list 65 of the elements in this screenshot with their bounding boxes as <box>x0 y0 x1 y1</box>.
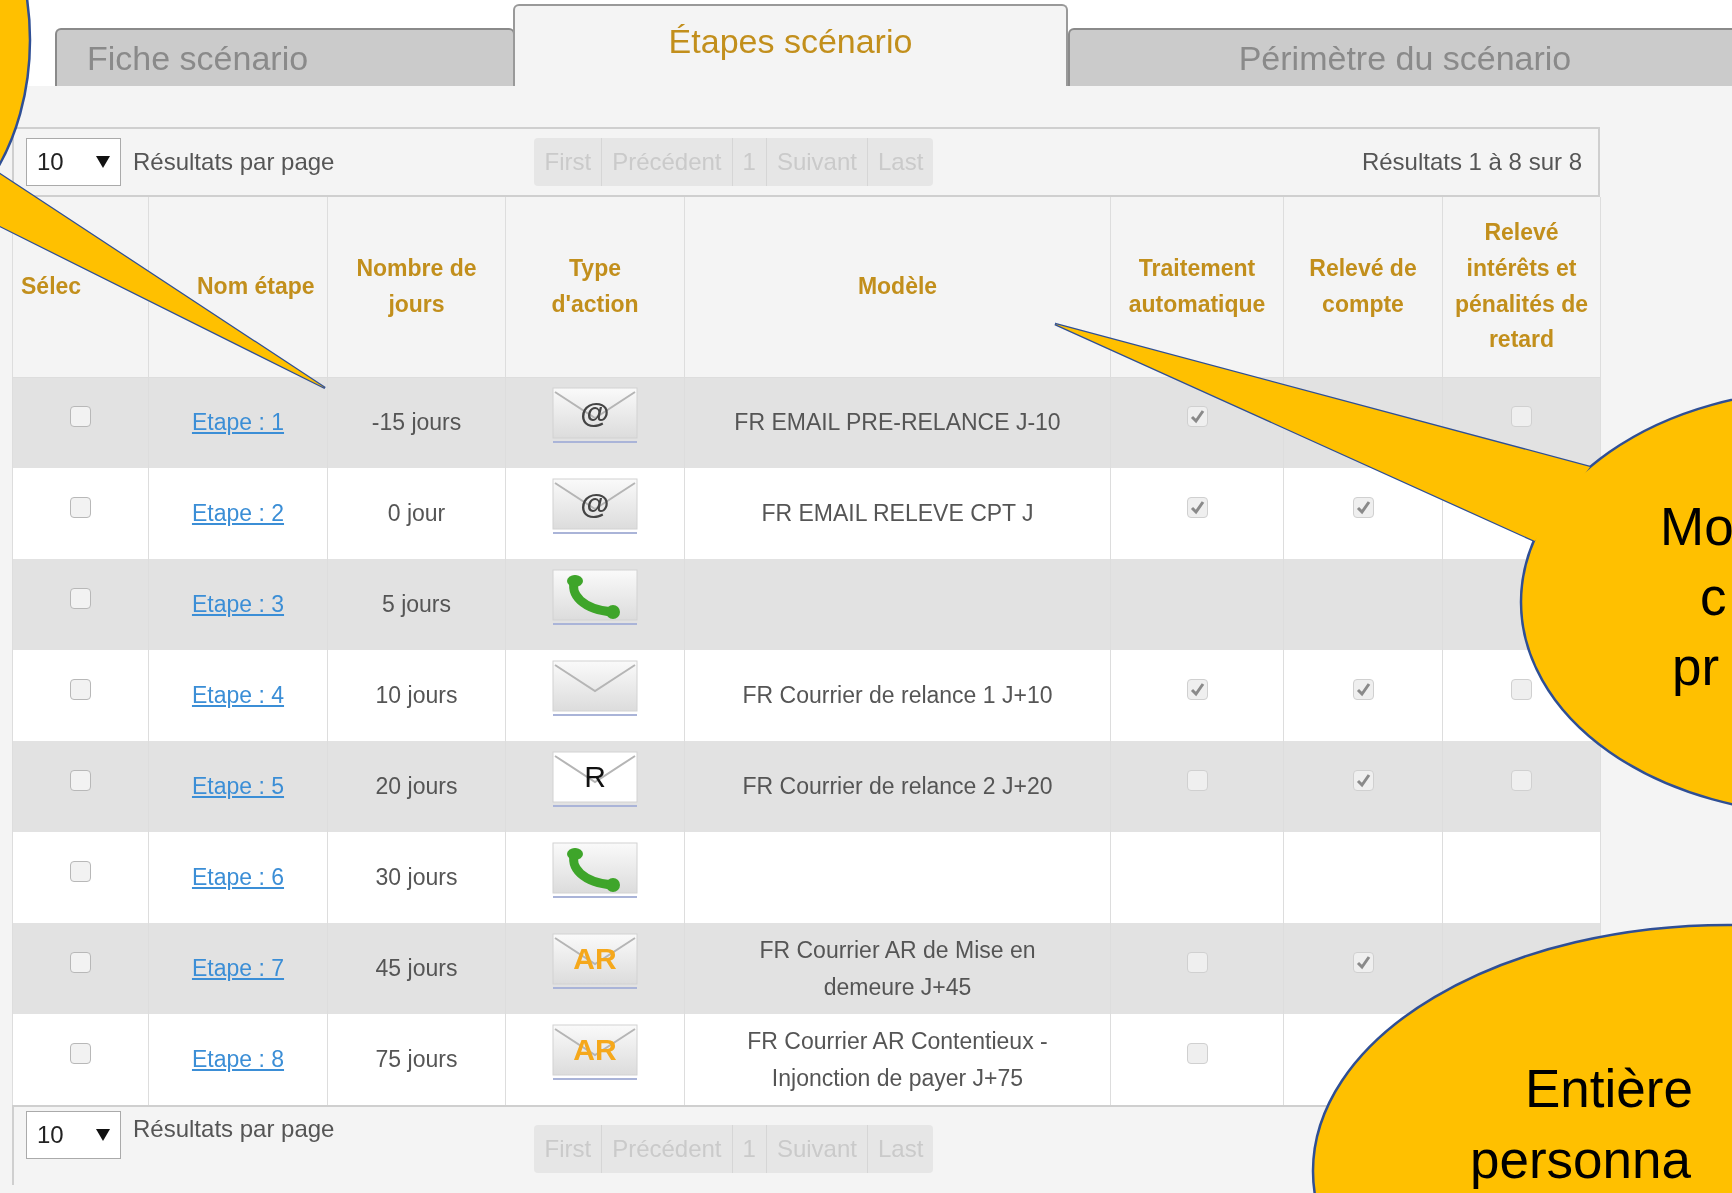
checkbox[interactable] <box>1352 769 1374 791</box>
checkbox[interactable] <box>1186 405 1208 427</box>
checkbox[interactable] <box>70 951 91 973</box>
checkbox[interactable] <box>1186 678 1208 700</box>
column-header: Traitement automatique <box>1110 197 1284 377</box>
callout-text: Entière <box>1525 1062 1693 1115</box>
checkbox[interactable] <box>70 587 91 609</box>
envelope-icon <box>551 658 639 717</box>
column-header: Modèle <box>684 197 1111 377</box>
table-cell: FR Courrier de relance 1 J+10 <box>684 650 1111 741</box>
checkbox[interactable] <box>1186 1042 1208 1064</box>
table-cell: FR Courrier AR Contentieux - Injonction de payer J+75 <box>684 1014 1111 1105</box>
step-link[interactable]: Etape : 4 <box>191 682 285 709</box>
checkbox[interactable] <box>70 1042 91 1064</box>
tab[interactable]: Fiche scénario <box>55 28 515 86</box>
table-cell: 75 jours <box>327 1014 506 1105</box>
table-cell: FR Courrier de relance 2 J+20 <box>684 741 1111 832</box>
step-link[interactable]: Etape : 7 <box>191 955 285 982</box>
column-header: Nombre de jours <box>327 197 506 377</box>
page-size-select[interactable]: 10 <box>26 138 121 186</box>
table-cell: 10 jours <box>327 650 506 741</box>
checkbox[interactable] <box>1186 951 1208 973</box>
page-size-select[interactable]: 10 <box>26 1111 121 1159</box>
table-cell: -15 jours <box>327 377 506 468</box>
tab[interactable]: Étapes scénario <box>513 4 1068 86</box>
results-count: Résultats 1 à 8 sur 8 <box>1361 147 1582 177</box>
phone-icon <box>551 567 639 626</box>
page-size-label: Résultats par page <box>133 1114 335 1144</box>
checkbox[interactable] <box>1352 951 1374 973</box>
caret-icon <box>96 1129 110 1141</box>
checkbox[interactable] <box>70 496 91 518</box>
table-cell: 20 jours <box>327 741 506 832</box>
caret-icon <box>96 156 110 168</box>
checkbox[interactable] <box>1352 678 1374 700</box>
checkbox[interactable] <box>70 860 91 882</box>
checkbox[interactable] <box>1511 405 1532 427</box>
checkbox[interactable] <box>70 769 91 791</box>
checkbox[interactable] <box>1186 496 1208 518</box>
column-header: Type d'action <box>505 197 685 377</box>
table-cell: FR Courrier AR de Mise en demeure J+45 <box>684 923 1111 1014</box>
checkbox[interactable] <box>1511 678 1532 700</box>
page-size-label: Résultats par page <box>133 147 335 177</box>
step-link[interactable]: Etape : 1 <box>191 409 285 436</box>
checkbox[interactable] <box>70 678 91 700</box>
step-link[interactable]: Etape : 5 <box>191 773 285 800</box>
column-header: Relevé de compte <box>1283 197 1443 377</box>
callout-text: Mo <box>1660 500 1732 553</box>
table-cell: 0 jour <box>327 468 506 559</box>
table-cell: FR EMAIL RELEVE CPT J <box>684 468 1111 559</box>
table-cell: 30 jours <box>327 832 506 923</box>
checkbox[interactable] <box>70 405 91 427</box>
step-link[interactable]: Etape : 6 <box>191 864 285 891</box>
checkbox[interactable] <box>1186 769 1208 791</box>
checkbox[interactable] <box>1352 496 1374 518</box>
step-link[interactable]: Etape : 3 <box>191 591 285 618</box>
table-cell: FR EMAIL PRE-RELANCE J-10 <box>684 377 1111 468</box>
phone-icon <box>551 840 639 899</box>
column-header: Relevé intérêts et pénalités de retard <box>1442 197 1601 377</box>
table-cell: 45 jours <box>327 923 506 1014</box>
checkbox[interactable] <box>1511 769 1532 791</box>
table-cell: 5 jours <box>327 559 506 650</box>
step-link[interactable]: Etape : 8 <box>191 1046 285 1073</box>
step-link[interactable]: Etape : 2 <box>191 500 285 527</box>
callout-text: c <box>1700 570 1727 623</box>
tab[interactable]: Périmètre du scénario <box>1068 28 1732 86</box>
